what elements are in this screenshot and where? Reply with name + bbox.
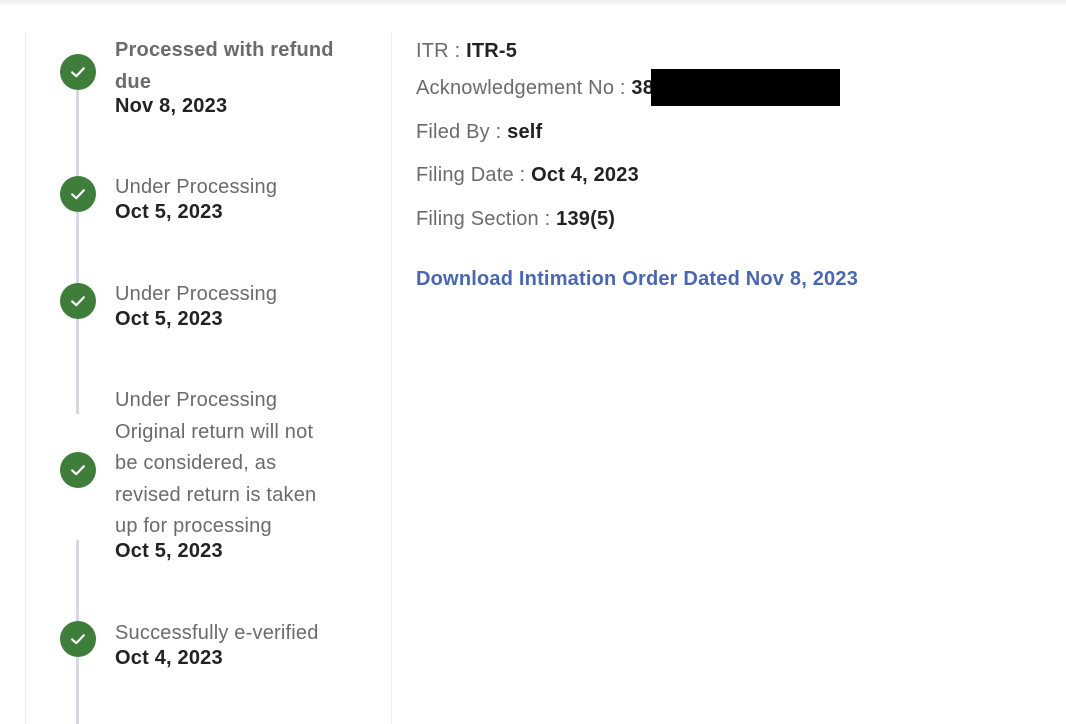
- return-details: ITR : ITR-5 Acknowledgement No : 38 File…: [416, 0, 1056, 724]
- acknowledgement-label: Acknowledgement No :: [416, 77, 632, 99]
- status-timeline: Processed with refund due Nov 8, 2023 Un…: [0, 0, 391, 724]
- redaction-block: [651, 69, 840, 106]
- timeline-status: Processed with refund due: [115, 39, 334, 93]
- filing-section-label: Filing Section :: [416, 208, 557, 230]
- filing-date-row: Filing Date : Oct 4, 2023: [416, 163, 639, 187]
- filing-section-row: Filing Section : 139(5): [416, 207, 615, 231]
- check-circle-icon: [60, 176, 96, 212]
- acknowledgement-row: Acknowledgement No : 38: [416, 76, 654, 100]
- column-divider: [391, 33, 392, 724]
- itr-row: ITR : ITR-5: [416, 39, 517, 63]
- timeline-note: Original return will not be considered, …: [115, 420, 317, 538]
- filing-date-value: Oct 4, 2023: [531, 164, 639, 186]
- itr-value: ITR-5: [466, 40, 518, 62]
- filed-by-label: Filed By :: [416, 121, 508, 143]
- timeline-date: Nov 8, 2023: [115, 95, 228, 117]
- filing-section-value: 139(5): [556, 208, 616, 230]
- timeline-status: Under Processing: [115, 389, 278, 411]
- check-circle-icon: [60, 54, 96, 90]
- itr-label: ITR :: [416, 40, 467, 62]
- filed-by-row: Filed By : self: [416, 120, 542, 144]
- timeline-connector: [76, 90, 79, 414]
- filing-date-label: Filing Date :: [416, 164, 532, 186]
- check-circle-icon: [60, 452, 96, 488]
- check-circle-icon: [60, 621, 96, 657]
- timeline-status: Successfully e-verified: [115, 622, 319, 644]
- check-circle-icon: [60, 283, 96, 319]
- download-intimation-link[interactable]: Download Intimation Order Dated Nov 8, 2…: [416, 267, 858, 291]
- filed-by-value: self: [507, 121, 543, 143]
